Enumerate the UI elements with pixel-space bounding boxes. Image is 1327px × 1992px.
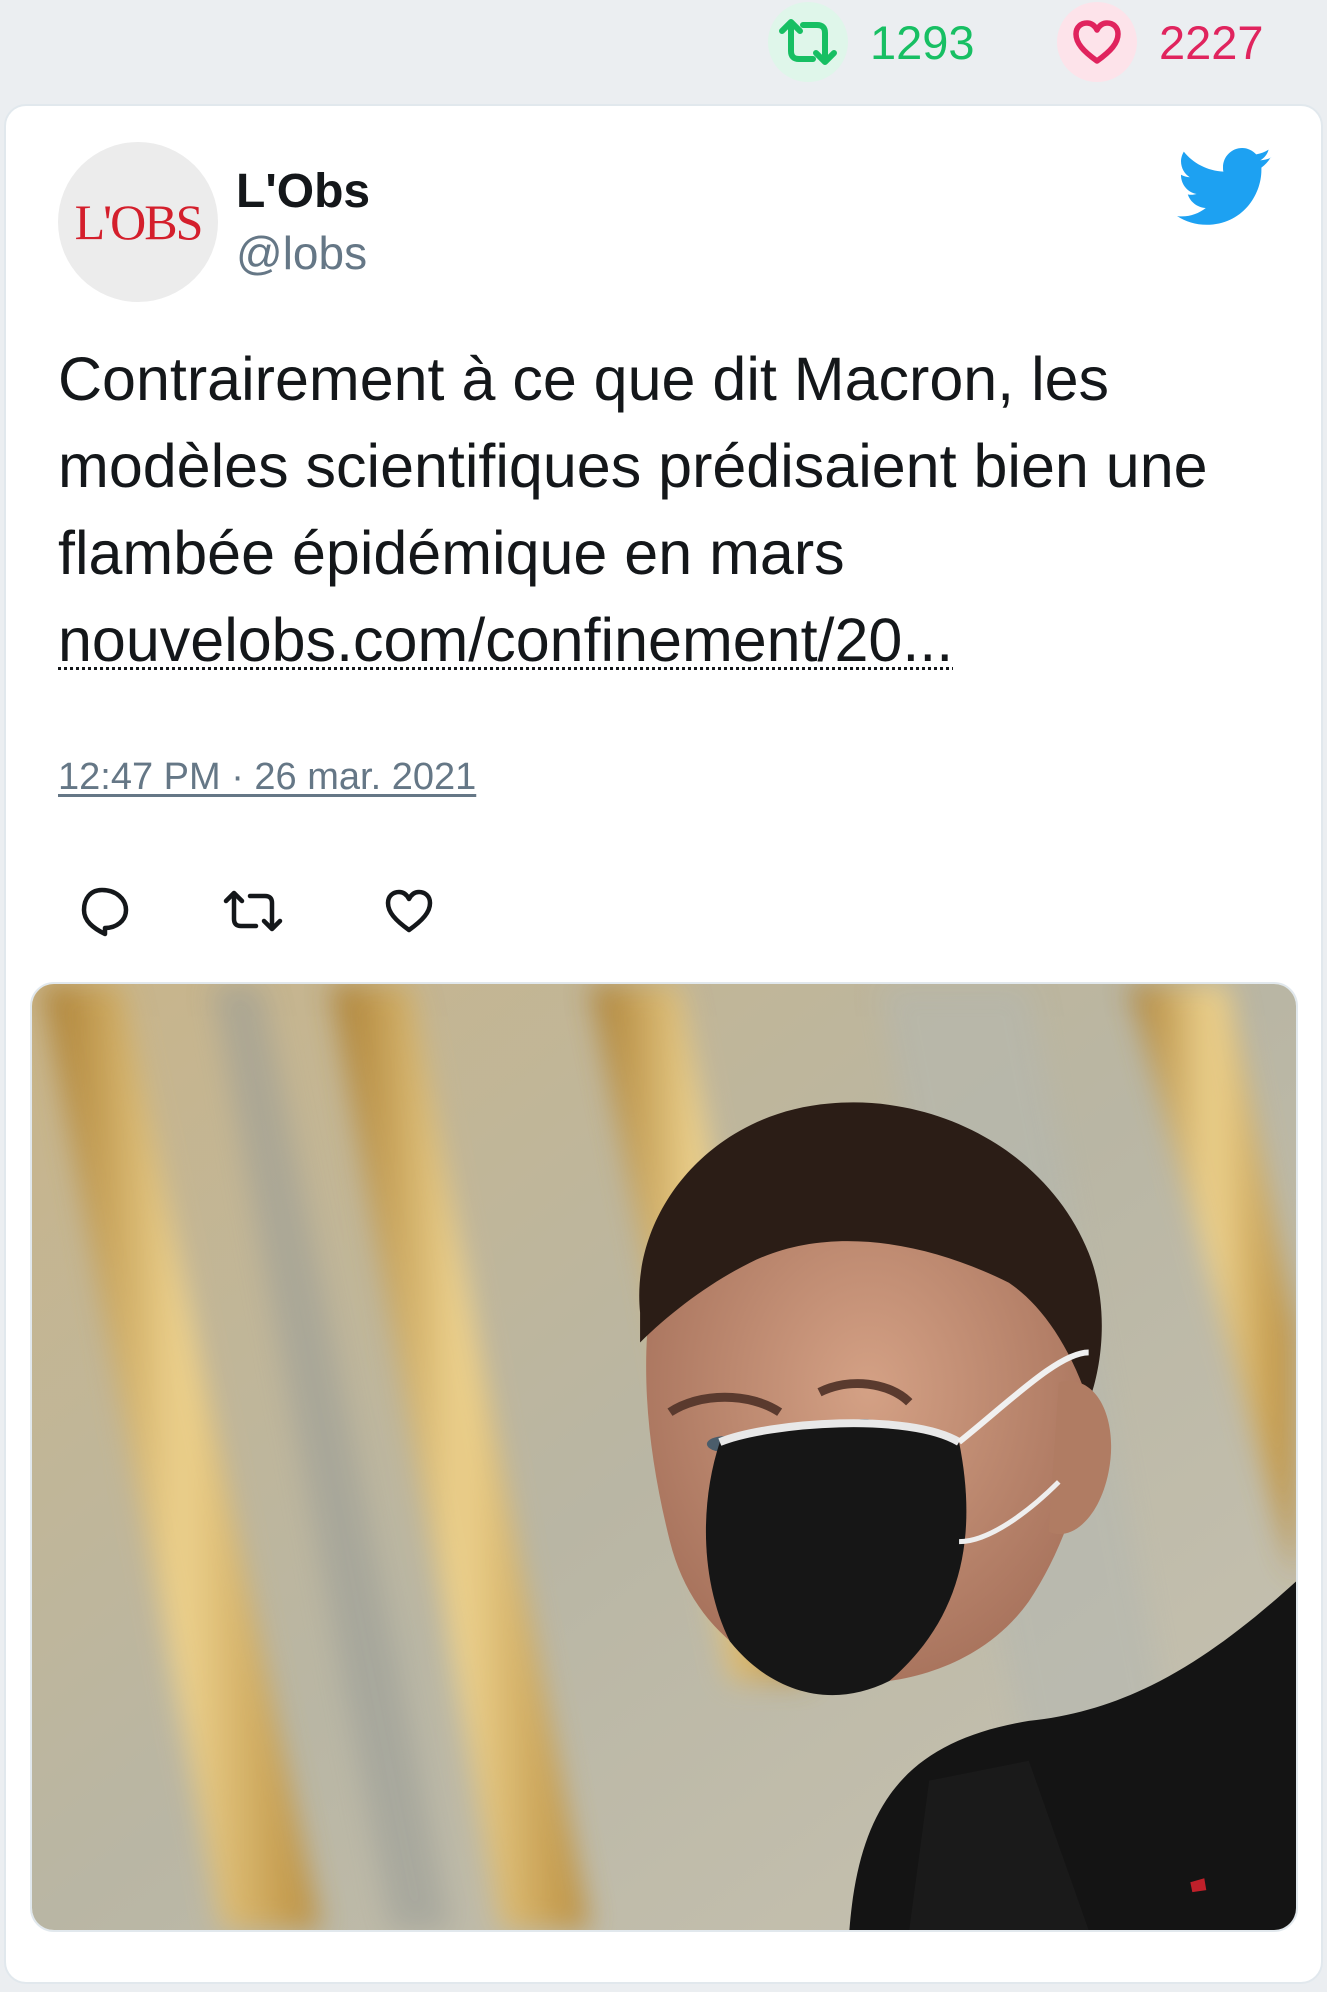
tweet-card: L'OBS L'Obs @lobs Contrairement à ce que…: [4, 104, 1323, 1984]
retweet-count: 1293: [870, 15, 975, 69]
tweet-link[interactable]: nouvelobs.com/confinement/20...: [58, 606, 953, 674]
like-button[interactable]: [374, 876, 444, 946]
retweet-count-summary[interactable]: 1293: [768, 0, 975, 84]
like-count: 2227: [1159, 15, 1264, 69]
heart-icon: [1057, 2, 1137, 82]
engagement-summary: 1293 2227: [0, 0, 1327, 100]
reply-icon: [81, 887, 129, 937]
tweet-photo[interactable]: [30, 982, 1298, 1932]
retweet-button[interactable]: [218, 876, 288, 946]
tweet-body: Contrairement à ce que dit Macron, les m…: [58, 345, 1208, 587]
heart-icon: [385, 889, 433, 933]
display-name[interactable]: L'Obs: [236, 164, 370, 219]
photo-image: [32, 984, 1296, 1930]
retweet-icon: [768, 2, 848, 82]
user-handle[interactable]: @lobs: [236, 226, 367, 280]
reply-button[interactable]: [70, 876, 140, 946]
like-count-summary[interactable]: 2227: [1057, 0, 1264, 84]
tweet-text: Contrairement à ce que dit Macron, les m…: [58, 336, 1288, 684]
retweet-icon: [223, 890, 283, 932]
avatar-logo: L'OBS: [74, 194, 204, 250]
twitter-bird-icon[interactable]: [1176, 148, 1274, 228]
tweet-timestamp[interactable]: 12:47 PM · 26 mar. 2021: [58, 756, 476, 799]
avatar[interactable]: L'OBS: [58, 142, 218, 302]
